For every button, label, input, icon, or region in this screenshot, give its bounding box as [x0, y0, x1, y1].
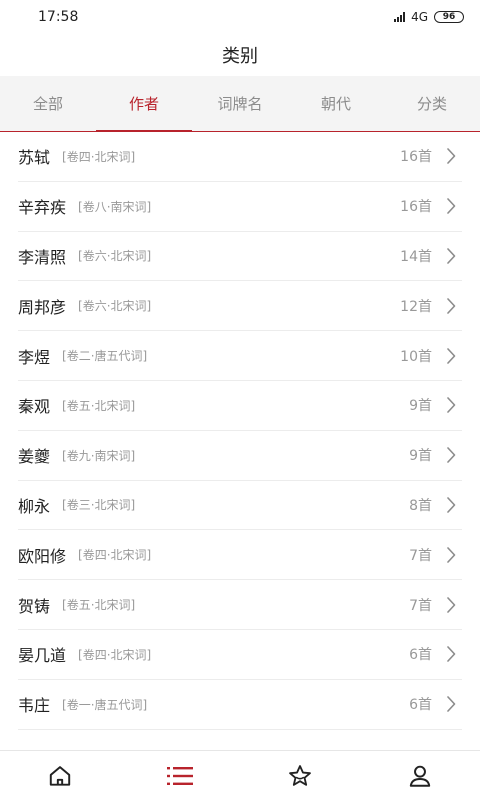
author-row[interactable]: 晏几道 [卷四·北宋词] 6首 [18, 630, 462, 680]
chevron-right-icon [440, 295, 462, 317]
poem-count: 8首 [409, 497, 432, 514]
chevron-right-icon [440, 394, 462, 416]
author-name: 秦观 [18, 397, 51, 417]
poem-count: 16首 [400, 199, 432, 216]
chevron-right-icon [440, 195, 462, 217]
author-volume-tag: [卷五·北宋词] [62, 598, 136, 613]
tab-label: 分类 [416, 95, 447, 113]
category-tabs: 全部 作者 词牌名 朝代 分类 [0, 76, 480, 132]
list-icon [167, 766, 193, 785]
tab-label: 全部 [32, 95, 63, 113]
author-volume-tag: [卷一·唐五代词] [62, 697, 148, 712]
tab-label: 作者 [128, 95, 159, 113]
author-row[interactable]: 韦庄 [卷一·唐五代词] 6首 [18, 680, 462, 730]
nav-favorites[interactable] [240, 751, 360, 800]
author-name: 贺铸 [18, 596, 51, 616]
nav-home[interactable] [0, 751, 120, 800]
poem-count: 9首 [409, 448, 432, 465]
poem-count: 16首 [400, 149, 432, 166]
author-row[interactable]: 苏轼 [卷四·北宋词] 16首 [18, 132, 462, 182]
author-name: 欧阳修 [18, 546, 67, 566]
chevron-right-icon [440, 245, 462, 267]
chevron-right-icon [440, 494, 462, 516]
author-volume-tag: [卷三·北宋词] [62, 498, 136, 513]
author-name: 韦庄 [18, 696, 51, 716]
author-row[interactable]: 姜夔 [卷九·南宋词] 9首 [18, 431, 462, 481]
author-row[interactable]: 欧阳修 [卷四·北宋词] 7首 [18, 530, 462, 581]
author-row[interactable]: 周邦彦 [卷六·北宋词] 12首 [18, 281, 462, 332]
author-name: 周邦彦 [18, 297, 67, 317]
tab-label: 朝代 [320, 95, 351, 113]
author-list[interactable]: 苏轼 [卷四·北宋词] 16首 辛弃疾 [卷八·南宋词] 16首 李清照 [卷六… [0, 132, 480, 750]
chevron-right-icon [440, 345, 462, 367]
author-volume-tag: [卷五·北宋词] [62, 398, 136, 413]
author-volume-tag: [卷六·北宋词] [78, 299, 152, 314]
tab-label: 词牌名 [217, 95, 263, 113]
author-name: 晏几道 [18, 646, 67, 666]
chevron-right-icon [440, 594, 462, 616]
author-row[interactable]: 李煜 [卷二·唐五代词] 10首 [18, 331, 462, 381]
chevron-right-icon [440, 145, 462, 167]
author-row[interactable]: 辛弃疾 [卷八·南宋词] 16首 [18, 182, 462, 232]
network-type: 4G [411, 10, 428, 24]
bottom-nav [0, 750, 480, 800]
nav-profile[interactable] [360, 751, 480, 800]
author-name: 李清照 [18, 247, 67, 267]
author-name: 柳永 [18, 496, 51, 516]
author-volume-tag: [卷二·唐五代词] [62, 349, 148, 364]
poem-count: 10首 [400, 348, 432, 365]
tab-category[interactable]: 分类 [384, 76, 480, 131]
chevron-right-icon [440, 544, 462, 566]
author-volume-tag: [卷九·南宋词] [62, 448, 136, 463]
author-volume-tag: [卷八·南宋词] [78, 199, 152, 214]
chevron-right-icon [440, 643, 462, 665]
author-volume-tag: [卷四·北宋词] [78, 548, 152, 563]
status-indicators: 4G 96 [394, 10, 464, 24]
author-row[interactable]: 柳永 [卷三·北宋词] 8首 [18, 481, 462, 531]
chevron-right-icon [440, 693, 462, 715]
poem-count: 12首 [400, 298, 432, 315]
signal-icon [394, 12, 406, 22]
poem-count: 7首 [409, 547, 432, 564]
status-time: 17:58 [38, 9, 79, 25]
author-name: 姜夔 [18, 447, 51, 467]
author-volume-tag: [卷四·北宋词] [62, 149, 136, 164]
nav-category[interactable] [120, 751, 240, 800]
poem-count: 9首 [409, 398, 432, 415]
battery-icon: 96 [434, 11, 464, 23]
poem-count: 6首 [409, 647, 432, 664]
author-volume-tag: [卷四·北宋词] [78, 647, 152, 662]
home-icon [49, 765, 71, 786]
chevron-right-icon [440, 444, 462, 466]
poem-count: 14首 [400, 248, 432, 265]
tab-author[interactable]: 作者 [96, 76, 192, 132]
page-header: 类别 [0, 34, 480, 76]
author-name: 苏轼 [18, 148, 51, 168]
author-row[interactable]: 秦观 [卷五·北宋词] 9首 [18, 381, 462, 431]
author-row[interactable]: 贺铸 [卷五·北宋词] 7首 [18, 580, 462, 630]
page-title: 类别 [222, 46, 258, 67]
tab-dynasty[interactable]: 朝代 [288, 76, 384, 131]
tab-all[interactable]: 全部 [0, 76, 96, 131]
author-row[interactable]: 李清照 [卷六·北宋词] 14首 [18, 232, 462, 282]
author-name: 辛弃疾 [18, 198, 67, 218]
star-icon [289, 764, 311, 786]
author-name: 李煜 [18, 347, 51, 367]
author-volume-tag: [卷六·北宋词] [78, 249, 152, 264]
poem-count: 6首 [409, 697, 432, 714]
tab-cipai[interactable]: 词牌名 [192, 76, 288, 131]
status-bar: 17:58 4G 96 [0, 0, 480, 34]
user-icon [409, 765, 431, 787]
poem-count: 7首 [409, 597, 432, 614]
